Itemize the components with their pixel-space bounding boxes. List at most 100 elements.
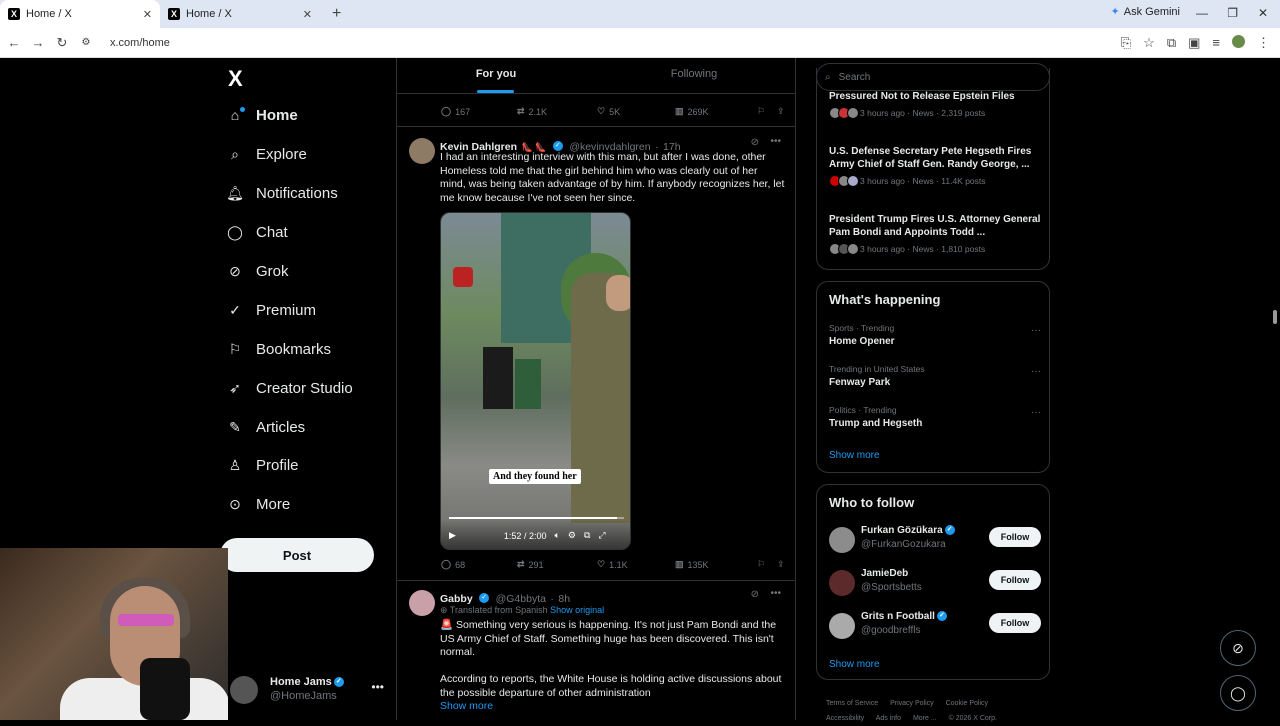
follow-button[interactable]: Follow — [989, 613, 1041, 633]
close-tab-icon[interactable]: ✕ — [303, 8, 312, 21]
forward-icon[interactable]: → — [26, 35, 50, 50]
more-dots-icon[interactable]: ··· — [1031, 407, 1041, 418]
trend-item[interactable]: Politics · Trending Trump and Hegseth ··… — [829, 405, 1041, 429]
news-item[interactable]: President Trump Fires U.S. Attorney Gene… — [829, 213, 1041, 255]
news-meta-row: 3 hours ago · News · 2,319 posts — [829, 107, 1041, 119]
pip-icon[interactable]: ⧉ — [584, 530, 590, 541]
repost-button[interactable]: ⇄ 291 — [517, 559, 597, 570]
repost-button[interactable]: ⇄ 2.1K — [517, 106, 597, 117]
nav-premium[interactable]: ✓ Premium — [226, 301, 316, 319]
author-handle[interactable]: @G4bbyta — [496, 593, 546, 605]
reload-icon[interactable]: ↻ — [50, 35, 74, 51]
avatar[interactable] — [409, 138, 435, 164]
video-player[interactable]: And they found her ▶ 1:52 / 2:00 🔈︎ ⚙ ⧉ … — [440, 212, 631, 550]
trend-item[interactable]: Sports · Trending Home Opener ··· — [829, 323, 1041, 347]
grok-float-button[interactable]: ⊘ — [1220, 630, 1256, 666]
video-progress-bar[interactable] — [449, 517, 624, 519]
tab-for-you[interactable]: For you — [397, 68, 595, 93]
show-more-link[interactable]: Show more — [829, 659, 880, 670]
fullscreen-icon[interactable]: ⤢ — [598, 530, 605, 541]
news-item[interactable]: Pressured Not to Release Epstein Files 3… — [829, 90, 1041, 119]
browser-tab[interactable]: X Home / X ✕ — [160, 0, 320, 28]
bookmark-button[interactable]: ⚐ — [757, 106, 777, 117]
nav-bookmarks[interactable]: ⚐ Bookmarks — [226, 340, 331, 358]
settings-icon[interactable]: ⚙ — [568, 530, 576, 541]
nav-chat[interactable]: ◯ Chat — [226, 223, 288, 241]
media-icon[interactable]: ≡ — [1212, 35, 1220, 51]
footer-link[interactable]: More ... — [913, 715, 937, 722]
new-tab-icon[interactable]: + — [332, 0, 341, 28]
reply-button[interactable]: ◯ 68 — [441, 559, 517, 570]
close-window-icon[interactable]: ✕ — [1258, 6, 1268, 20]
nav-creator-studio[interactable]: ➶ Creator Studio — [226, 379, 353, 397]
like-button[interactable]: ♡ 5K — [597, 106, 675, 117]
footer-link[interactable]: Ads info — [876, 715, 901, 722]
volume-icon[interactable]: 🔈︎ — [554, 530, 559, 541]
more-dots-icon[interactable]: ··· — [1031, 325, 1041, 336]
show-more-link[interactable]: Show more — [829, 450, 880, 461]
play-icon[interactable]: ▶ — [449, 530, 456, 541]
tab-search-icon[interactable]: ▣ — [1188, 35, 1200, 51]
nav-notifications[interactable]: 🔔︎ Notifications — [226, 184, 338, 202]
follow-suggestion[interactable]: Grits n Football ✓ @goodbreffls Follow — [829, 609, 1041, 645]
show-original-link[interactable]: Show original — [550, 605, 604, 615]
restore-icon[interactable]: ❐ — [1227, 6, 1238, 20]
back-icon[interactable]: ← — [2, 35, 26, 50]
left-sidebar: X ⌂ Home ⌕ Explore 🔔︎ Notifications ◯ Ch… — [220, 58, 396, 720]
extensions-icon[interactable]: ⧉ — [1167, 35, 1176, 51]
footer-link[interactable]: Cookie Policy — [946, 700, 988, 707]
author-name[interactable]: Gabby — [440, 593, 473, 605]
footer-link[interactable]: Accessibility — [826, 715, 864, 722]
follow-suggestion[interactable]: JamieDeb @Sportsbetts Follow — [829, 566, 1041, 602]
nav-more[interactable]: ⊙ More — [226, 495, 290, 513]
reply-button[interactable]: ◯ 167 — [441, 106, 517, 117]
scrollbar-thumb[interactable] — [1273, 310, 1277, 324]
more-dots-icon[interactable]: ••• — [770, 136, 781, 147]
url-field[interactable]: x.com/home — [110, 37, 170, 49]
share-icon[interactable]: ⇪ — [777, 106, 785, 117]
bookmark-star-icon[interactable]: ☆ — [1143, 35, 1155, 51]
more-dots-icon[interactable]: ••• — [371, 680, 384, 694]
browser-tab[interactable]: X Home / X ✕ — [0, 0, 160, 28]
like-button[interactable]: ♡ 1.1K — [597, 559, 675, 570]
chat-float-button[interactable]: ◯ — [1220, 675, 1256, 711]
menu-icon[interactable]: ⋮ — [1257, 35, 1270, 51]
minimize-icon[interactable]: — — [1196, 6, 1208, 20]
install-icon[interactable]: ⎘ — [1121, 35, 1131, 51]
more-dots-icon[interactable]: ••• — [770, 588, 781, 599]
x-logo-icon[interactable]: X — [228, 66, 243, 92]
show-more-link[interactable]: Show more — [440, 700, 493, 714]
ask-gemini-button[interactable]: ✦ Ask Gemini — [1111, 5, 1180, 19]
close-tab-icon[interactable]: ✕ — [143, 8, 152, 21]
nav-articles[interactable]: ✎ Articles — [226, 418, 305, 436]
avatar[interactable] — [409, 590, 435, 616]
site-info-icon[interactable]: ⚙ — [74, 37, 98, 48]
nav-explore[interactable]: ⌕ Explore — [226, 145, 307, 163]
news-item[interactable]: U.S. Defense Secretary Pete Hegseth Fire… — [829, 145, 1041, 187]
footer-link[interactable]: © 2026 X Corp. — [949, 715, 997, 722]
grok-icon[interactable]: ⊘ — [751, 137, 759, 148]
search-input[interactable]: ⌕ Search — [816, 63, 1050, 91]
tab-following[interactable]: Following — [595, 68, 793, 80]
suggestion-name: Furkan Gözükara — [861, 525, 943, 536]
follow-suggestion[interactable]: Furkan Gözükara ✓ @FurkanGozukara Follow — [829, 523, 1041, 559]
views-button[interactable]: ▥ 269K — [675, 106, 757, 117]
nav-grok[interactable]: ⊘ Grok — [226, 262, 288, 280]
trend-item[interactable]: Trending in United States Fenway Park ··… — [829, 364, 1041, 388]
nav-profile[interactable]: ♙ Profile — [226, 456, 299, 474]
account-switcher[interactable]: Home Jams ✓ @HomeJams ••• — [230, 672, 390, 708]
bookmark-button[interactable]: ⚐ — [757, 559, 777, 570]
post-button[interactable]: Post — [220, 538, 374, 572]
grok-icon[interactable]: ⊘ — [751, 589, 759, 600]
page-scrollbar[interactable] — [1270, 58, 1280, 720]
follow-button[interactable]: Follow — [989, 527, 1041, 547]
share-icon[interactable]: ⇪ — [777, 559, 785, 570]
nav-home[interactable]: ⌂ Home — [226, 106, 298, 124]
views-button[interactable]: ▥ 135K — [675, 559, 757, 570]
footer-link[interactable]: Terms of Service — [826, 700, 878, 707]
profile-avatar-icon[interactable] — [1232, 35, 1245, 48]
more-dots-icon[interactable]: ··· — [1031, 366, 1041, 377]
tweet-time[interactable]: 8h — [558, 593, 570, 605]
follow-button[interactable]: Follow — [989, 570, 1041, 590]
footer-link[interactable]: Privacy Policy — [890, 700, 934, 707]
